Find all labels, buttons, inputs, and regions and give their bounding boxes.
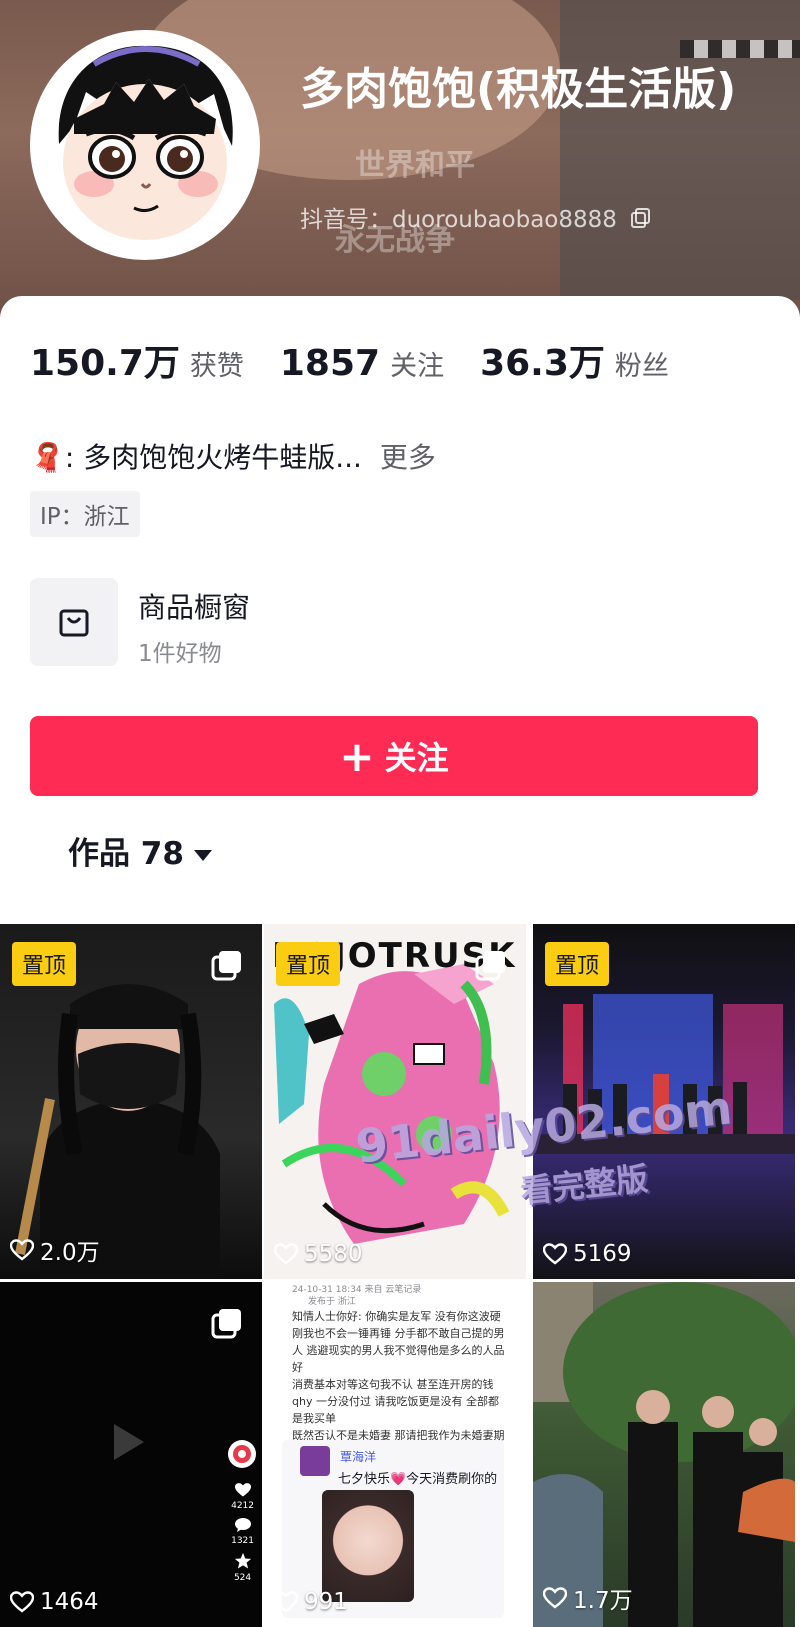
play-icon[interactable]	[110, 1422, 146, 1466]
heart-icon	[543, 1243, 567, 1265]
tab-works[interactable]: 作品 78	[68, 828, 212, 873]
heart-icon	[543, 1587, 567, 1609]
profile-card: 150.7万 获赞 1857 关注 36.3万 粉丝 🧣: 多肉饱饱火烤牛蛙版... 更…	[0, 296, 800, 936]
copy-icon[interactable]	[630, 207, 652, 235]
video-card[interactable]: 24-10-31 18:34 来自 云笔记录 发布于 浙江 知情人士你好: 你确…	[264, 1282, 526, 1627]
banner-text: 世界和平	[355, 148, 475, 183]
like-count-value: 991	[304, 1589, 348, 1615]
avatar[interactable]	[30, 30, 260, 260]
stat-likes-label: 获赞	[189, 351, 244, 382]
like-count: 2.0万	[10, 1233, 100, 1267]
chat-avatar	[300, 1446, 330, 1476]
post-paragraph: 知情人士你好: 你确实是友军 没有你这波硬刚我也不会一锤再锤 分手都不敢自己提的…	[292, 1310, 505, 1374]
follow-button-label: 关注	[384, 739, 449, 777]
chat-photo	[322, 1490, 414, 1602]
stat-likes[interactable]: 150.7万 获赞	[30, 334, 244, 386]
star-icon	[234, 1552, 251, 1569]
multi-image-icon	[210, 948, 244, 986]
like-count-value: 1464	[40, 1589, 99, 1615]
heart-icon	[274, 1243, 298, 1265]
pinned-badge: 置顶	[545, 942, 610, 986]
stat-following[interactable]: 1857 关注	[280, 343, 444, 384]
creator-avatar-icon	[228, 1440, 256, 1468]
side-actions: 4212 1321 524	[231, 1482, 254, 1583]
like-count-value: 5169	[573, 1241, 632, 1267]
stat-following-value: 1857	[279, 343, 381, 384]
heart-icon	[10, 1591, 34, 1613]
plus-icon: +	[339, 731, 375, 781]
video-card[interactable]: 4212 1321 524 1464	[0, 1282, 262, 1627]
stat-likes-value: 150.7万	[30, 343, 180, 384]
pinned-badge: 置顶	[12, 942, 77, 986]
bio[interactable]: 🧣: 多肉饱饱火烤牛蛙版... 更多	[30, 436, 436, 476]
like-count-value: 2.0万	[40, 1240, 100, 1266]
heart-icon	[234, 1483, 251, 1497]
side-comment-count: 1321	[231, 1536, 254, 1546]
stats-row: 150.7万 获赞 1857 关注 36.3万 粉丝	[30, 334, 669, 386]
video-card[interactable]: DOJOTRUSK 置顶 5580	[264, 924, 526, 1279]
stat-fans-label: 粉丝	[614, 351, 669, 382]
douyin-id-text: 抖音号：duoroubaobao8888	[300, 207, 617, 233]
post-paragraph: 消费基本对等这句我不认 甚至连开房的钱 qhy 一分没付过 请我吃饭更是没有 全…	[292, 1378, 499, 1425]
bio-text: : 多肉饱饱火烤牛蛙版...	[64, 441, 362, 474]
triangle-down-icon	[193, 850, 212, 861]
comment-icon	[234, 1518, 251, 1532]
stat-fans[interactable]: 36.3万 粉丝	[480, 334, 669, 386]
stat-following-label: 关注	[390, 351, 445, 382]
bio-more-link[interactable]: 更多	[380, 441, 436, 474]
multi-image-icon	[474, 948, 508, 986]
like-count-value: 5580	[304, 1241, 363, 1267]
profile-name: 多肉饱饱(积极生活版)	[300, 64, 737, 115]
shop-showcase-subtitle: 1件好物	[138, 641, 222, 667]
heart-icon	[10, 1239, 34, 1261]
like-count: 1464	[10, 1589, 99, 1615]
chat-sender-name: 覃海洋	[340, 1450, 377, 1464]
side-like-count: 4212	[231, 1501, 254, 1511]
video-card[interactable]: 1.7万	[533, 1282, 795, 1627]
douyin-id[interactable]: 抖音号：duoroubaobao8888	[300, 200, 652, 235]
shopping-bag-icon	[59, 609, 89, 637]
post-header-location: 发布于 浙江	[308, 1297, 356, 1307]
ip-location-tag: IP：浙江	[30, 491, 140, 537]
multi-image-icon	[210, 1306, 244, 1344]
video-card[interactable]: 置顶 2.0万	[0, 924, 262, 1279]
follow-button[interactable]: + 关注	[30, 716, 758, 796]
avatar-cartoon-face	[34, 34, 256, 256]
shop-showcase-icon[interactable]	[30, 578, 118, 666]
like-count-value: 1.7万	[573, 1588, 633, 1614]
heart-icon	[274, 1591, 298, 1613]
video-thumbnail	[533, 1282, 795, 1627]
like-count: 5580	[274, 1241, 363, 1267]
like-count: 5169	[543, 1241, 632, 1267]
banner-photo-stripe	[680, 40, 800, 58]
shop-showcase-title[interactable]: 商品橱窗	[138, 586, 250, 626]
scarf-icon: 🧣	[30, 441, 65, 474]
side-favorite-count: 524	[233, 1573, 252, 1583]
like-count: 1.7万	[543, 1581, 633, 1615]
pinned-badge: 置顶	[276, 942, 341, 986]
tab-works-label: 作品 78	[68, 836, 184, 872]
like-count: 991	[274, 1589, 348, 1615]
stat-fans-value: 36.3万	[480, 343, 605, 384]
